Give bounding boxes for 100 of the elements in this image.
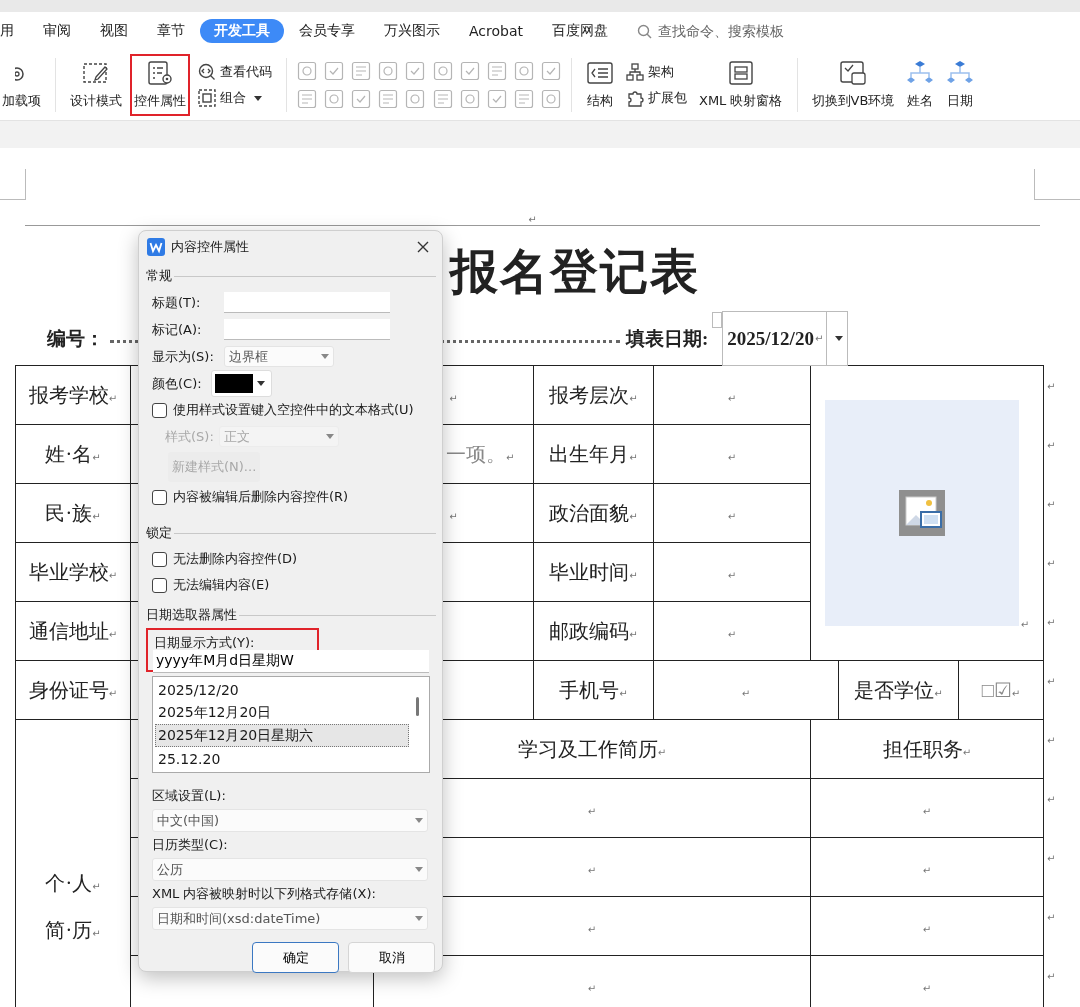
paragraph-mark: ↵ xyxy=(1047,675,1056,687)
ribbon-tab[interactable]: 章节 xyxy=(143,19,199,43)
field-label: 显示为(S): xyxy=(152,347,215,366)
form-control-icon[interactable] xyxy=(405,89,425,109)
field-label: 简·历 xyxy=(45,919,93,941)
form-control-icon[interactable] xyxy=(297,89,317,109)
paragraph-mark: ↵ xyxy=(629,628,638,640)
drag-handle-icon[interactable] xyxy=(712,312,723,328)
tag-field[interactable] xyxy=(224,319,390,340)
ribbon-tab[interactable]: 百度网盘 xyxy=(538,19,622,43)
cancel-button[interactable]: 取消 xyxy=(348,942,435,973)
name-button[interactable]: 姓名 xyxy=(904,56,937,114)
form-control-icon[interactable] xyxy=(514,61,534,81)
field-label: 日历类型(C): xyxy=(151,836,228,854)
list-item[interactable]: 2025年12月20日星期六 xyxy=(155,724,409,747)
design-mode-button[interactable]: 设计模式 xyxy=(68,56,124,114)
color-picker[interactable] xyxy=(211,370,272,397)
form-control-icon[interactable] xyxy=(433,61,453,81)
paragraph-mark: ↵ xyxy=(1047,557,1056,569)
date-format-list[interactable]: 2025/12/20 2025年12月20日 2025年12月20日星期六 25.12.20 xyxy=(152,676,430,773)
field-label: 政治面貌 xyxy=(549,501,630,524)
field-label: 标记(A): xyxy=(152,320,203,339)
form-control-icon[interactable] xyxy=(351,61,371,81)
form-control-icon[interactable] xyxy=(324,89,344,109)
puzzle-icon xyxy=(626,89,644,107)
add-ins-button[interactable]: 加载项 xyxy=(0,56,43,114)
form-control-icon[interactable] xyxy=(351,89,371,109)
form-control-icon[interactable] xyxy=(514,89,534,109)
date-value: 2025/12/20 xyxy=(727,327,814,350)
panel-icon xyxy=(726,60,755,86)
date-label: 填表日期: xyxy=(626,326,709,351)
checkbox[interactable]: 内容被编辑后删除内容控件(R) xyxy=(146,484,349,510)
control-properties-button[interactable]: 控件属性 xyxy=(132,56,188,114)
paragraph-mark: ↵ xyxy=(587,864,597,876)
form-control-icon[interactable] xyxy=(487,61,507,81)
structure-button[interactable]: 结构 xyxy=(584,56,616,114)
form-control-icon[interactable] xyxy=(487,89,507,109)
form-control-icon[interactable] xyxy=(378,89,398,109)
paragraph-mark: ↵ xyxy=(92,510,101,522)
paragraph-mark: ↵ xyxy=(727,392,737,404)
search-field[interactable]: 查找命令、搜索模板 xyxy=(637,22,800,40)
form-control-icon[interactable] xyxy=(297,61,317,81)
caret-icon xyxy=(321,354,329,359)
list-item[interactable]: 25.12.20 xyxy=(155,747,409,770)
calendar-dropdown[interactable]: 公历 xyxy=(152,858,428,881)
ribbon-tab[interactable]: Acrobat xyxy=(455,20,537,42)
form-control-icon[interactable] xyxy=(460,61,480,81)
title-field[interactable] xyxy=(224,292,390,313)
show-as-dropdown[interactable]: 边界框 xyxy=(224,346,334,367)
paragraph-mark: ↵ xyxy=(1047,852,1056,864)
form-control-icon[interactable] xyxy=(541,89,561,109)
field-label: 报考层次 xyxy=(549,383,630,406)
field-label: 身份证号 xyxy=(28,678,109,701)
paragraph-mark: ↵ xyxy=(1011,688,1021,699)
image-placeholder[interactable] xyxy=(824,400,1019,626)
number-label: 编号： xyxy=(47,326,104,351)
list-item[interactable]: 2025年12月20日 xyxy=(155,701,409,724)
form-control-icon[interactable] xyxy=(541,61,561,81)
field-label: 姓·名 xyxy=(45,442,93,465)
ribbon-tab[interactable]: 会员专享 xyxy=(285,19,369,43)
form-control-icon[interactable] xyxy=(460,89,480,109)
paragraph-mark: ↵ xyxy=(741,687,751,699)
schema-button[interactable]: 架构 xyxy=(624,62,689,82)
dialog-title: 内容控件属性 xyxy=(171,238,250,256)
date-format-field[interactable]: yyyy年M月d日星期W xyxy=(153,650,429,673)
image-placeholder-icon xyxy=(898,490,945,536)
view-code-button[interactable]: 查看代码 xyxy=(196,62,274,82)
org-chart-icon xyxy=(946,60,975,86)
close-icon[interactable] xyxy=(416,240,430,254)
document-title: 报名登记表 xyxy=(450,244,701,300)
xml-pane-button[interactable]: XML 映射窗格 xyxy=(697,56,785,114)
field-label: 民·族 xyxy=(45,501,93,524)
ok-button[interactable]: 确定 xyxy=(252,942,339,973)
form-control-icon[interactable] xyxy=(433,89,453,109)
vb-switch-button[interactable]: 切换到VB环境 xyxy=(809,56,897,114)
list-gear-icon xyxy=(146,60,174,86)
field-label: 个·人 xyxy=(45,872,93,894)
checkbox[interactable]: 使用样式设置键入空控件中的文本格式(U) xyxy=(146,397,414,423)
paragraph-mark: ↵ xyxy=(922,982,932,994)
date-picker-control[interactable]: 2025/12/20↵ xyxy=(722,311,849,366)
paragraph-mark: ↵ xyxy=(922,923,932,935)
caret-icon xyxy=(835,336,844,341)
checkbox[interactable]: 无法编辑内容(E) xyxy=(146,572,270,598)
ribbon-tab[interactable]: 用 xyxy=(0,19,28,43)
checkbox[interactable]: 无法删除内容控件(D) xyxy=(146,546,298,572)
group-button[interactable]: 组合 xyxy=(196,88,274,108)
paragraph-mark: ↵ xyxy=(587,923,597,935)
locale-dropdown[interactable]: 中文(中国) xyxy=(152,809,428,832)
list-item[interactable]: 2025/12/20 xyxy=(155,678,409,701)
ribbon-tab[interactable]: 万兴图示 xyxy=(370,19,454,43)
paragraph-mark: ↵ xyxy=(657,746,667,758)
ribbon-tab[interactable]: 视图 xyxy=(86,19,142,43)
form-control-icon[interactable] xyxy=(405,61,425,81)
ribbon-tab[interactable]: 审阅 xyxy=(29,19,85,43)
form-control-icon[interactable] xyxy=(324,61,344,81)
storage-format-dropdown[interactable]: 日期和时间(xsd:dateTime) xyxy=(152,907,428,930)
form-control-icon[interactable] xyxy=(378,61,398,81)
caret-icon xyxy=(415,818,423,823)
extension-pack-button[interactable]: 扩展包 xyxy=(624,88,689,108)
date-button[interactable]: 日期 xyxy=(944,56,977,114)
